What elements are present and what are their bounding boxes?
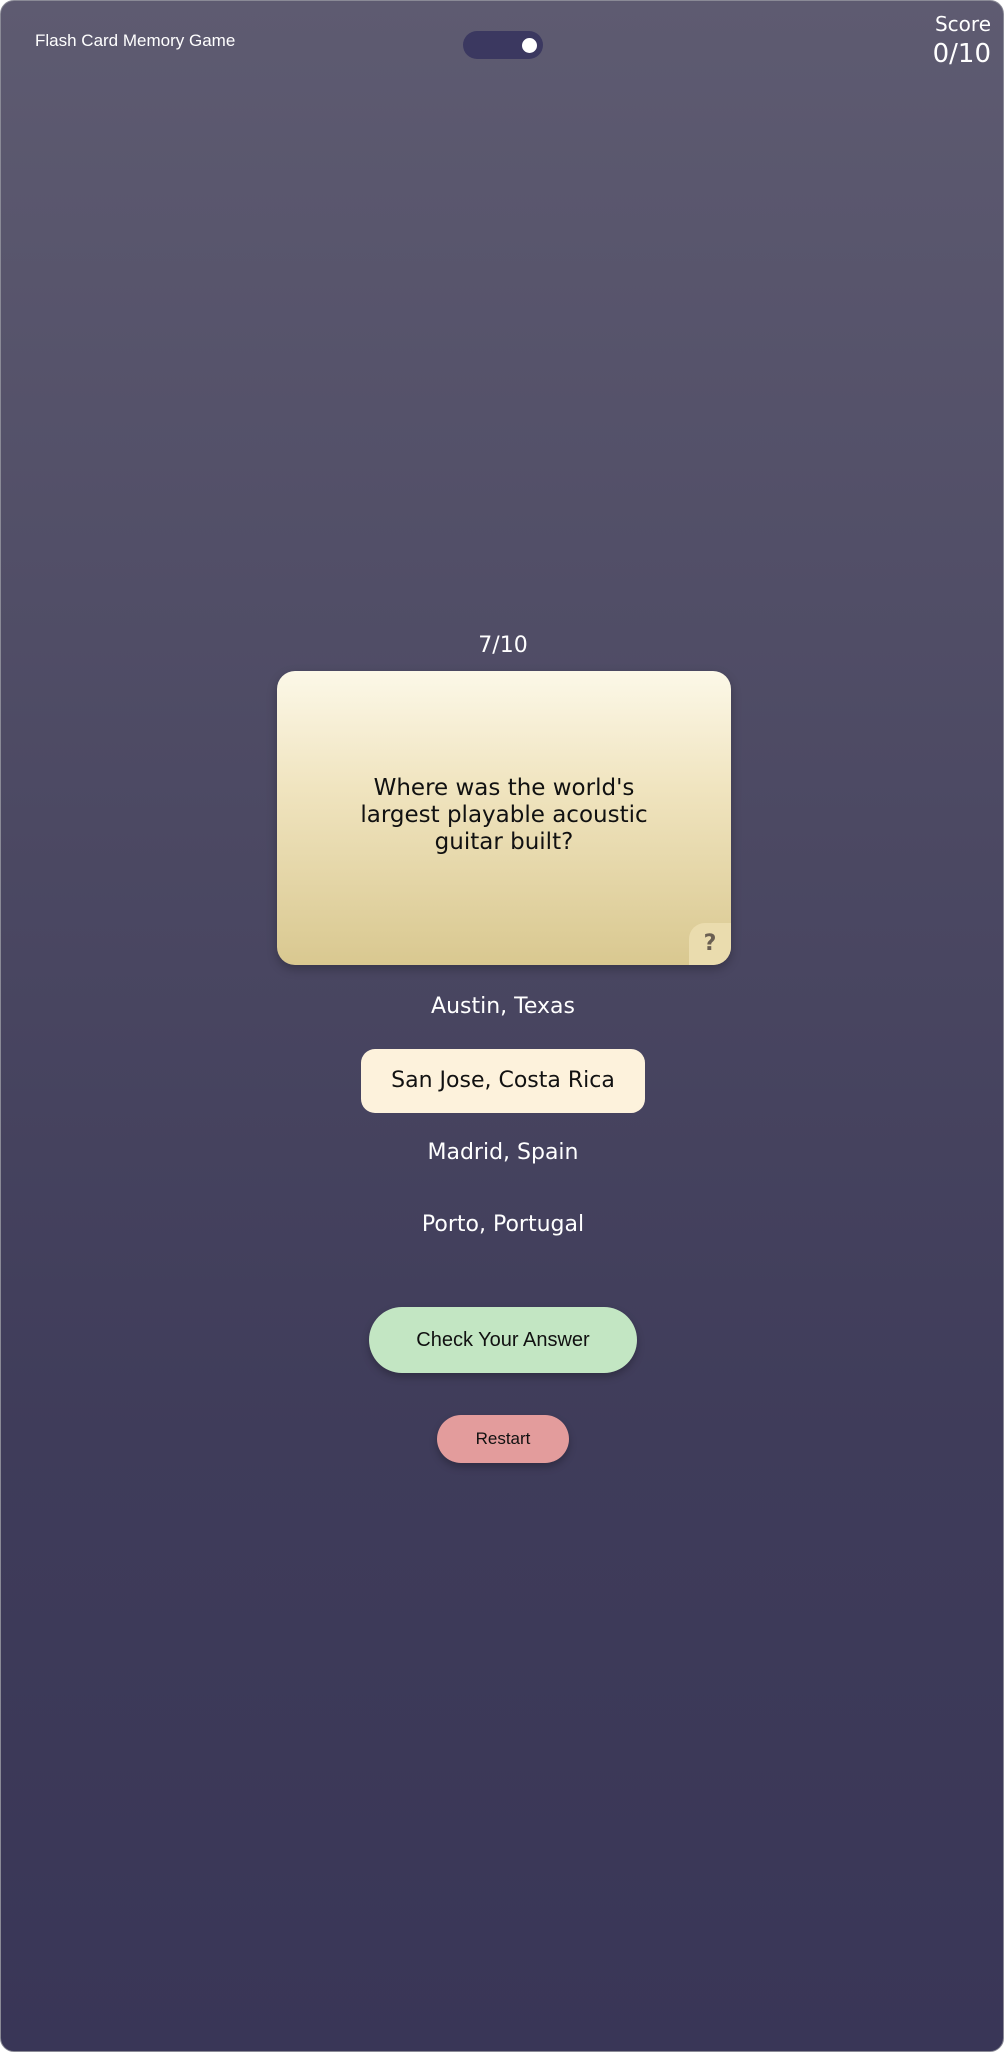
answer-option-austin[interactable]: Austin, Texas <box>1 994 1003 1019</box>
app-window: Flash Card Memory Game Score 0/10 7/10 W… <box>0 0 1004 2052</box>
score-value: 0/10 <box>932 39 991 69</box>
toggle-knob-icon <box>522 38 537 53</box>
flash-card[interactable]: Where was the world's largest playable a… <box>277 671 731 965</box>
restart-button[interactable]: Restart <box>437 1415 569 1463</box>
answer-option-san-jose-selected[interactable]: San Jose, Costa Rica <box>361 1049 645 1113</box>
score-panel: Score 0/10 <box>933 11 991 71</box>
app-title: Flash Card Memory Game <box>35 31 236 50</box>
theme-toggle[interactable] <box>463 31 543 59</box>
answer-option-madrid[interactable]: Madrid, Spain <box>1 1140 1003 1165</box>
hint-icon[interactable]: ? <box>689 923 731 965</box>
check-answer-button[interactable]: Check Your Answer <box>369 1307 637 1373</box>
answer-option-porto[interactable]: Porto, Portugal <box>1 1212 1003 1237</box>
card-question: Where was the world's largest playable a… <box>360 775 648 855</box>
question-progress: 7/10 <box>478 633 528 658</box>
score-label: Score <box>934 12 991 36</box>
